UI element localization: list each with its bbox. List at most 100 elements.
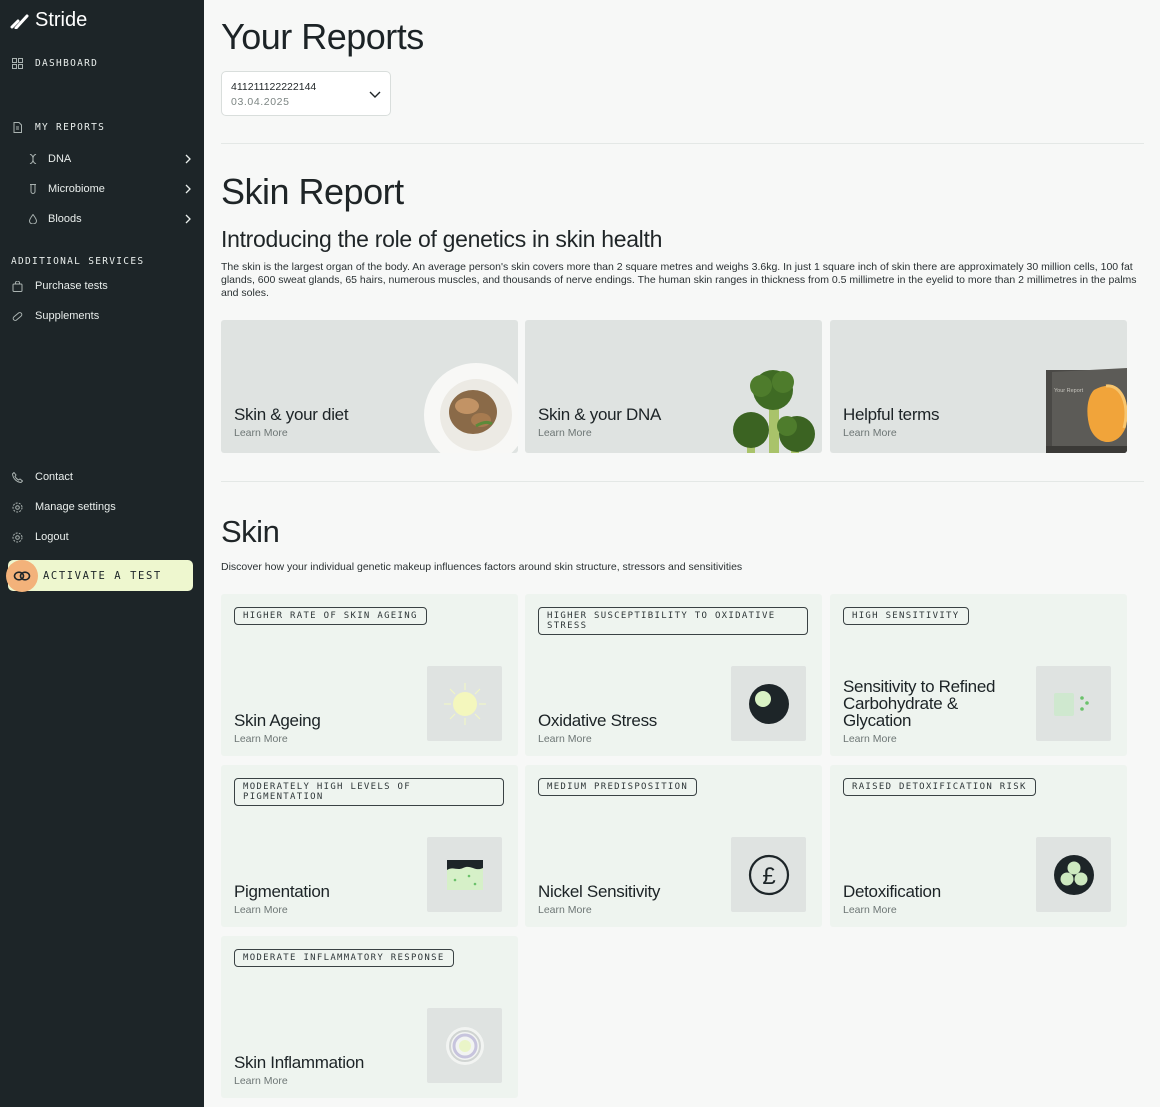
status-badge: MODERATE INFLAMMATORY RESPONSE [234, 949, 454, 967]
sugar-cubes-icon [1036, 666, 1111, 741]
trait-card-oxidative-stress[interactable]: HIGHER SUSCEPTIBILITY TO OXIDATIVE STRES… [525, 594, 822, 756]
report-title: Skin Report [221, 171, 404, 212]
sidebar-item-manage-settings[interactable]: Manage settings [12, 501, 116, 513]
additional-services-heading: ADDITIONAL SERVICES [11, 256, 145, 267]
intro-text: The skin is the largest organ of the bod… [221, 261, 1137, 299]
test-tube-icon [28, 184, 38, 194]
nav-dashboard[interactable]: DASHBOARD [12, 58, 98, 69]
divider [221, 143, 1144, 144]
pound-coin-icon: £ [731, 837, 806, 912]
chevron-down-icon [369, 91, 381, 98]
hero-card-helpful-terms[interactable]: Your Report Helpful terms Learn More [830, 320, 1127, 453]
trait-title: Pigmentation [234, 882, 330, 901]
report-id: 411211122222144 [231, 81, 317, 93]
section-title: Skin [221, 514, 280, 549]
trait-title: Oxidative Stress [538, 711, 657, 730]
report-select[interactable]: 411211122222144 03.04.2025 [221, 71, 391, 116]
sidebar-item-label: Purchase tests [35, 280, 108, 292]
sidebar: Stride DASHBOARD MY REPORTS DNA Microbio… [0, 0, 204, 1107]
learn-more-link[interactable]: Learn More [234, 904, 288, 916]
sidebar-item-label: Microbiome [48, 183, 105, 195]
bag-icon [12, 280, 23, 292]
oxidation-icon [731, 666, 806, 741]
logout-icon [12, 532, 23, 543]
chevron-right-icon [184, 154, 192, 164]
grid-icon [12, 58, 23, 69]
learn-more-link[interactable]: Learn More [538, 427, 592, 439]
learn-more-link[interactable]: Learn More [234, 733, 288, 745]
document-icon [12, 122, 23, 133]
nav-dashboard-label: DASHBOARD [35, 58, 99, 69]
learn-more-link[interactable]: Learn More [538, 904, 592, 916]
nav-my-reports-label: MY REPORTS [35, 122, 106, 133]
nav-my-reports[interactable]: MY REPORTS [12, 122, 105, 133]
blood-drop-icon [28, 214, 38, 224]
status-badge: HIGHER RATE OF SKIN AGEING [234, 607, 427, 625]
sidebar-item-logout[interactable]: Logout [12, 531, 69, 543]
gear-icon [12, 502, 23, 513]
stride-logo-icon [10, 14, 29, 29]
broccoli-image [733, 370, 815, 453]
learn-more-link[interactable]: Learn More [843, 904, 897, 916]
trait-card-pigmentation[interactable]: MODERATELY HIGH LEVELS OF PIGMENTATION P… [221, 765, 518, 927]
activate-test-button[interactable]: ACTIVATE A TEST [6, 560, 193, 592]
trait-title: Skin Inflammation [234, 1053, 365, 1072]
report-date: 03.04.2025 [231, 96, 290, 108]
food-bowl-image [424, 363, 518, 453]
brand-logo[interactable]: Stride [10, 9, 87, 32]
pill-icon [12, 311, 23, 322]
status-badge: RAISED DETOXIFICATION RISK [843, 778, 1036, 796]
learn-more-link[interactable]: Learn More [234, 1075, 288, 1087]
sidebar-item-supplements[interactable]: Supplements [12, 310, 99, 322]
sun-icon [427, 666, 502, 741]
main-content: Your Reports 411211122222144 03.04.2025 … [204, 0, 1160, 1107]
sidebar-item-microbiome[interactable]: Microbiome [28, 183, 192, 195]
sidebar-item-bloods[interactable]: Bloods [28, 213, 192, 225]
link-rings-icon [6, 560, 38, 592]
learn-more-link[interactable]: Learn More [234, 427, 288, 439]
sidebar-item-label: Bloods [48, 213, 82, 225]
hero-card-diet[interactable]: Skin & your diet Learn More [221, 320, 518, 453]
cells-icon [1036, 837, 1111, 912]
divider [221, 481, 1144, 482]
learn-more-link[interactable]: Learn More [843, 427, 897, 439]
section-description: Discover how your individual genetic mak… [221, 561, 743, 573]
skin-layer-icon [427, 837, 502, 912]
chevron-right-icon [184, 184, 192, 194]
status-badge: HIGHER SUSCEPTIBILITY TO OXIDATIVE STRES… [538, 607, 808, 635]
phone-icon [12, 471, 23, 483]
trait-card-glycation[interactable]: HIGH SENSITIVITY Sensitivity to Refined … [830, 594, 1127, 756]
trait-card-detoxification[interactable]: RAISED DETOXIFICATION RISK Detoxificatio… [830, 765, 1127, 927]
dna-icon [28, 154, 38, 164]
trait-title: Sensitivity to Refined Carbohydrate & Gl… [843, 677, 996, 730]
learn-more-link[interactable]: Learn More [538, 733, 592, 745]
hero-card-title: Skin & your DNA [538, 405, 662, 424]
hero-card-title: Skin & your diet [234, 405, 349, 424]
sidebar-item-dna[interactable]: DNA [28, 153, 192, 165]
status-badge: MODERATELY HIGH LEVELS OF PIGMENTATION [234, 778, 504, 806]
sidebar-item-label: Contact [35, 471, 73, 483]
report-booklet-image: Your Report [1046, 368, 1127, 453]
sidebar-item-purchase-tests[interactable]: Purchase tests [12, 280, 108, 292]
chevron-right-icon [184, 214, 192, 224]
trait-card-nickel-sensitivity[interactable]: MEDIUM PREDISPOSITION £ Nickel Sensitivi… [525, 765, 822, 927]
status-badge: MEDIUM PREDISPOSITION [538, 778, 698, 796]
trait-title: Skin Ageing [234, 711, 321, 730]
trait-card-skin-ageing[interactable]: HIGHER RATE OF SKIN AGEING Skin Ageing L… [221, 594, 518, 756]
sidebar-item-contact[interactable]: Contact [12, 471, 73, 483]
hero-card-dna[interactable]: Skin & your DNA Learn More [525, 320, 822, 453]
sidebar-item-label: Supplements [35, 310, 100, 322]
sidebar-item-label: Logout [35, 531, 69, 543]
hero-card-title: Helpful terms [843, 405, 940, 424]
trait-title: Detoxification [843, 882, 941, 901]
status-badge: HIGH SENSITIVITY [843, 607, 969, 625]
sidebar-item-label: Manage settings [35, 501, 116, 513]
sidebar-item-label: DNA [48, 153, 72, 165]
learn-more-link[interactable]: Learn More [843, 733, 897, 745]
svg-text:£: £ [762, 863, 775, 890]
page-title: Your Reports [221, 16, 424, 57]
brand-name: Stride [35, 9, 88, 31]
trait-card-skin-inflammation[interactable]: MODERATE INFLAMMATORY RESPONSE Skin Infl… [221, 936, 518, 1098]
activate-test-label: ACTIVATE A TEST [43, 569, 162, 582]
intro-heading: Introducing the role of genetics in skin… [221, 226, 663, 252]
